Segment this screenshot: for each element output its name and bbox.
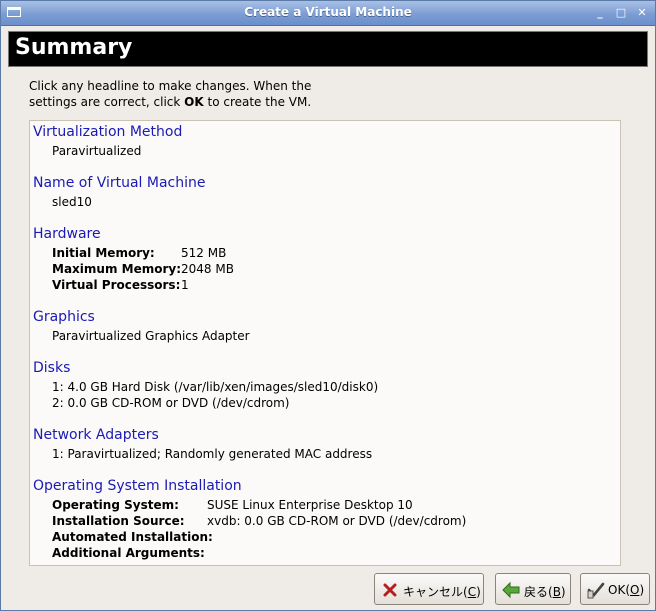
virtual-processors-value: 1 bbox=[181, 278, 189, 292]
intro-line-2: settings are correct, click OK to create… bbox=[29, 94, 389, 110]
installation-source-value: xvdb: 0.0 GB CD-ROM or DVD (/dev/cdrom) bbox=[207, 514, 467, 528]
cancel-mnemonic: C bbox=[467, 585, 477, 599]
cancel-button[interactable]: キャンセル(C) bbox=[374, 573, 484, 605]
vm-name-value: sled10 bbox=[52, 195, 92, 209]
ok-label-close: ) bbox=[639, 583, 645, 597]
title-bar[interactable]: Create a Virtual Machine _ □ ✕ bbox=[1, 1, 655, 26]
cancel-label-text: キャンセル( bbox=[403, 585, 468, 599]
vm-name-heading[interactable]: Name of Virtual Machine bbox=[33, 175, 206, 191]
ok-button[interactable]: OK(O) bbox=[580, 573, 650, 605]
virtualization-method-heading[interactable]: Virtualization Method bbox=[33, 124, 182, 140]
back-label-close: ) bbox=[560, 585, 566, 599]
dialog-window: Create a Virtual Machine _ □ ✕ Summary C… bbox=[0, 0, 656, 611]
minimize-icon[interactable]: _ bbox=[593, 6, 607, 20]
network-adapter-1: 1: Paravirtualized; Randomly generated M… bbox=[52, 447, 373, 461]
disks-heading[interactable]: Disks bbox=[33, 360, 70, 376]
cancel-button-label: キャンセル(C) bbox=[403, 583, 481, 600]
virtualization-method-value: Paravirtualized bbox=[52, 144, 142, 158]
ok-hand-icon bbox=[587, 582, 605, 599]
network-adapters-heading[interactable]: Network Adapters bbox=[33, 427, 159, 443]
initial-memory-label: Initial Memory: bbox=[52, 246, 155, 260]
summary-banner: Summary bbox=[8, 31, 648, 67]
virtual-processors-label: Virtual Processors: bbox=[52, 278, 181, 292]
cancel-label-close: ) bbox=[476, 585, 481, 599]
back-button[interactable]: 戻る(B) bbox=[495, 573, 571, 605]
close-icon[interactable]: ✕ bbox=[635, 6, 649, 20]
maximum-memory-label: Maximum Memory: bbox=[52, 262, 181, 276]
operating-system-label: Operating System: bbox=[52, 498, 179, 512]
intro-ok-word: OK bbox=[184, 95, 204, 109]
additional-arguments-label: Additional Arguments: bbox=[52, 546, 205, 560]
window-title: Create a Virtual Machine bbox=[244, 5, 412, 19]
summary-panel: Virtualization Method Paravirtualized Na… bbox=[29, 120, 621, 566]
hardware-heading[interactable]: Hardware bbox=[33, 226, 101, 242]
intro-text: Click any headline to make changes. When… bbox=[29, 78, 389, 110]
intro-line-2-post: to create the VM. bbox=[203, 95, 312, 109]
cancel-x-icon bbox=[383, 583, 397, 597]
ok-label-text: OK( bbox=[608, 583, 630, 597]
back-arrow-icon bbox=[502, 581, 520, 599]
back-button-label: 戻る(B) bbox=[524, 583, 566, 600]
intro-line-2-pre: settings are correct, click bbox=[29, 95, 185, 109]
disk-2: 2: 0.0 GB CD-ROM or DVD (/dev/cdrom) bbox=[52, 396, 290, 410]
intro-line-1: Click any headline to make changes. When… bbox=[29, 79, 312, 93]
automated-installation-label: Automated Installation: bbox=[52, 530, 213, 544]
installation-source-label: Installation Source: bbox=[52, 514, 185, 528]
initial-memory-value: 512 MB bbox=[181, 246, 227, 260]
maximize-icon[interactable]: □ bbox=[614, 6, 628, 20]
disk-1: 1: 4.0 GB Hard Disk (/var/lib/xen/images… bbox=[52, 380, 379, 394]
maximum-memory-value: 2048 MB bbox=[181, 262, 234, 276]
ok-button-label: OK(O) bbox=[608, 583, 644, 597]
back-mnemonic: B bbox=[552, 585, 561, 599]
graphics-value: Paravirtualized Graphics Adapter bbox=[52, 329, 250, 343]
os-installation-heading[interactable]: Operating System Installation bbox=[33, 478, 242, 494]
graphics-heading[interactable]: Graphics bbox=[33, 309, 95, 325]
back-label-text: 戻る( bbox=[524, 585, 553, 599]
operating-system-value: SUSE Linux Enterprise Desktop 10 bbox=[207, 498, 413, 512]
page-title: Summary bbox=[15, 35, 133, 60]
